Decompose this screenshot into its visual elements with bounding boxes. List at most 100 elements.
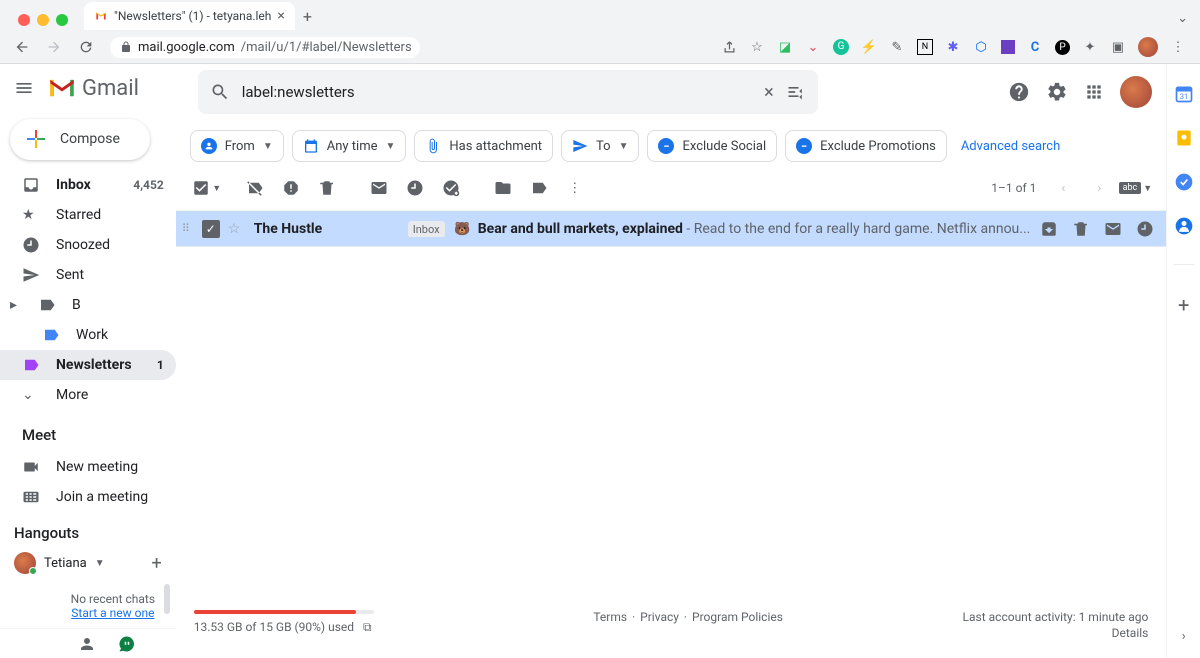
calendar-app-icon[interactable]: 31 <box>1174 84 1194 104</box>
new-tab-button[interactable]: + <box>295 3 320 30</box>
search-box[interactable]: × <box>198 70 818 114</box>
search-input[interactable] <box>242 83 752 101</box>
person-icon[interactable] <box>78 635 96 653</box>
archive-icon[interactable] <box>1040 220 1058 238</box>
apps-grid-icon[interactable] <box>1084 82 1104 102</box>
details-link[interactable]: Details <box>963 626 1149 640</box>
more-actions-button[interactable]: ⋮ <box>558 174 592 202</box>
ext-edit-icon[interactable]: ✎ <box>889 39 905 55</box>
chrome-profile-avatar[interactable] <box>1138 37 1158 57</box>
ext-panel-icon[interactable]: ▣ <box>1110 39 1126 55</box>
drag-handle-icon[interactable]: ⠿ <box>182 222 194 235</box>
keep-app-icon[interactable] <box>1174 128 1194 148</box>
main-menu-button[interactable] <box>14 78 38 98</box>
maximize-window-icon[interactable] <box>56 14 68 26</box>
move-to-button[interactable] <box>486 174 520 202</box>
sidebar-item-more[interactable]: ⌄More <box>0 380 176 410</box>
ext-dropbox-icon[interactable]: ⬡ <box>973 39 989 55</box>
delete-icon[interactable] <box>1072 220 1090 238</box>
caret-icon[interactable]: ▸ <box>10 297 22 313</box>
sidebar-item-label-work[interactable]: Work <box>0 320 176 350</box>
filter-from[interactable]: From▼ <box>190 130 284 162</box>
hangouts-user-row[interactable]: Tetiana ▼ + <box>0 548 176 578</box>
sidebar-item-label-b[interactable]: ▸B <box>0 290 176 320</box>
ext-pocket-icon[interactable]: ⌄ <box>805 39 821 55</box>
scrollbar[interactable] <box>164 584 170 614</box>
share-icon[interactable] <box>721 39 737 55</box>
report-spam-button[interactable] <box>274 174 308 202</box>
policies-link[interactable]: Program Policies <box>690 610 785 624</box>
hangouts-icon[interactable] <box>118 635 136 653</box>
presence-dot-icon <box>29 567 37 575</box>
delete-button[interactable] <box>310 174 344 202</box>
select-all-checkbox[interactable]: ▼ <box>190 174 224 202</box>
filter-exclude-social[interactable]: −Exclude Social <box>647 130 777 162</box>
tabs-overflow-icon[interactable]: ⌄ <box>1165 11 1200 30</box>
bookmark-star-icon[interactable]: ☆ <box>749 39 765 55</box>
mark-read-button[interactable] <box>362 174 396 202</box>
star-toggle[interactable]: ☆ <box>228 221 248 237</box>
reload-button[interactable] <box>74 39 98 55</box>
advanced-search-link[interactable]: Advanced search <box>961 139 1060 154</box>
ext-c-icon[interactable]: C <box>1027 39 1043 55</box>
meet-new-meeting[interactable]: New meeting <box>0 452 176 482</box>
extensions-puzzle-icon[interactable]: ✦ <box>1082 39 1098 55</box>
close-window-icon[interactable] <box>18 14 30 26</box>
open-external-icon[interactable]: ⧉ <box>363 620 372 634</box>
filter-exclude-promotions[interactable]: −Exclude Promotions <box>785 130 947 162</box>
email-checkbox[interactable]: ✓ <box>202 220 220 238</box>
filter-to[interactable]: To▼ <box>561 130 639 162</box>
sidebar-item-newsletters[interactable]: Newsletters1 <box>0 350 176 380</box>
account-avatar[interactable] <box>1120 76 1152 108</box>
mark-unread-icon[interactable] <box>1104 220 1122 238</box>
privacy-link[interactable]: Privacy <box>638 610 681 624</box>
label-icon <box>22 356 40 374</box>
sidebar-item-inbox[interactable]: Inbox4,452 <box>0 170 176 200</box>
older-button[interactable]: › <box>1082 174 1116 202</box>
sidebar-item-snoozed[interactable]: Snoozed <box>0 230 176 260</box>
search-options-icon[interactable] <box>786 82 806 102</box>
storage-indicator[interactable]: 13.53 GB of 15 GB (90%) used ⧉ <box>194 610 414 640</box>
chevron-down-icon[interactable]: ▼ <box>95 558 105 569</box>
ext-p-icon[interactable]: P <box>1055 40 1070 55</box>
close-tab-icon[interactable]: × <box>277 8 284 24</box>
window-controls[interactable] <box>8 14 78 30</box>
snooze-button[interactable] <box>398 174 432 202</box>
filter-attachment[interactable]: Has attachment <box>414 130 553 162</box>
input-tool-button[interactable]: abc▼ <box>1118 174 1152 202</box>
chrome-menu-icon[interactable]: ⋮ <box>1170 39 1186 55</box>
add-addon-button[interactable]: + <box>1178 293 1189 317</box>
tasks-app-icon[interactable] <box>1174 172 1194 192</box>
gmail-logo[interactable]: Gmail <box>48 76 139 101</box>
collapse-panel-icon[interactable]: › <box>1182 629 1186 644</box>
newer-button[interactable]: ‹ <box>1046 174 1080 202</box>
contacts-app-icon[interactable] <box>1174 216 1194 236</box>
sidebar-item-starred[interactable]: ★Starred <box>0 200 176 230</box>
filter-anytime[interactable]: Any time▼ <box>292 130 407 162</box>
terms-link[interactable]: Terms <box>591 610 629 624</box>
meet-section-header: Meet <box>0 410 176 452</box>
add-to-tasks-button[interactable] <box>434 174 468 202</box>
url-bar[interactable]: mail.google.com/mail/u/1/#label/Newslett… <box>110 37 420 58</box>
ext-notion-icon[interactable]: N <box>917 39 933 55</box>
remove-label-button[interactable] <box>238 174 272 202</box>
clear-search-icon[interactable]: × <box>764 82 774 103</box>
meet-join-meeting[interactable]: Join a meeting <box>0 482 176 512</box>
labels-button[interactable] <box>522 174 556 202</box>
new-chat-button[interactable]: + <box>152 553 162 574</box>
ext-loom-icon[interactable]: ✱ <box>945 39 961 55</box>
ext-purple-icon[interactable] <box>1001 40 1015 54</box>
ext-bolt-icon[interactable]: ⚡ <box>861 39 877 55</box>
support-icon[interactable] <box>1008 81 1030 103</box>
compose-button[interactable]: Compose <box>10 119 150 161</box>
email-row[interactable]: ⠿ ✓ ☆ The Hustle Inbox 🐻 Bear and bull m… <box>176 211 1167 247</box>
sidebar-item-sent[interactable]: Sent <box>0 260 176 290</box>
settings-icon[interactable] <box>1046 81 1068 103</box>
browser-tab[interactable]: "Newsletters" (1) - tetyana.leh × <box>84 2 295 30</box>
snooze-icon[interactable] <box>1136 220 1154 238</box>
back-button[interactable] <box>10 39 34 55</box>
start-chat-link[interactable]: Start a new one <box>71 606 154 620</box>
ext-grammarly-icon[interactable]: G <box>833 39 849 55</box>
minimize-window-icon[interactable] <box>37 14 49 26</box>
ext-evernote-icon[interactable]: ◪ <box>777 39 793 55</box>
